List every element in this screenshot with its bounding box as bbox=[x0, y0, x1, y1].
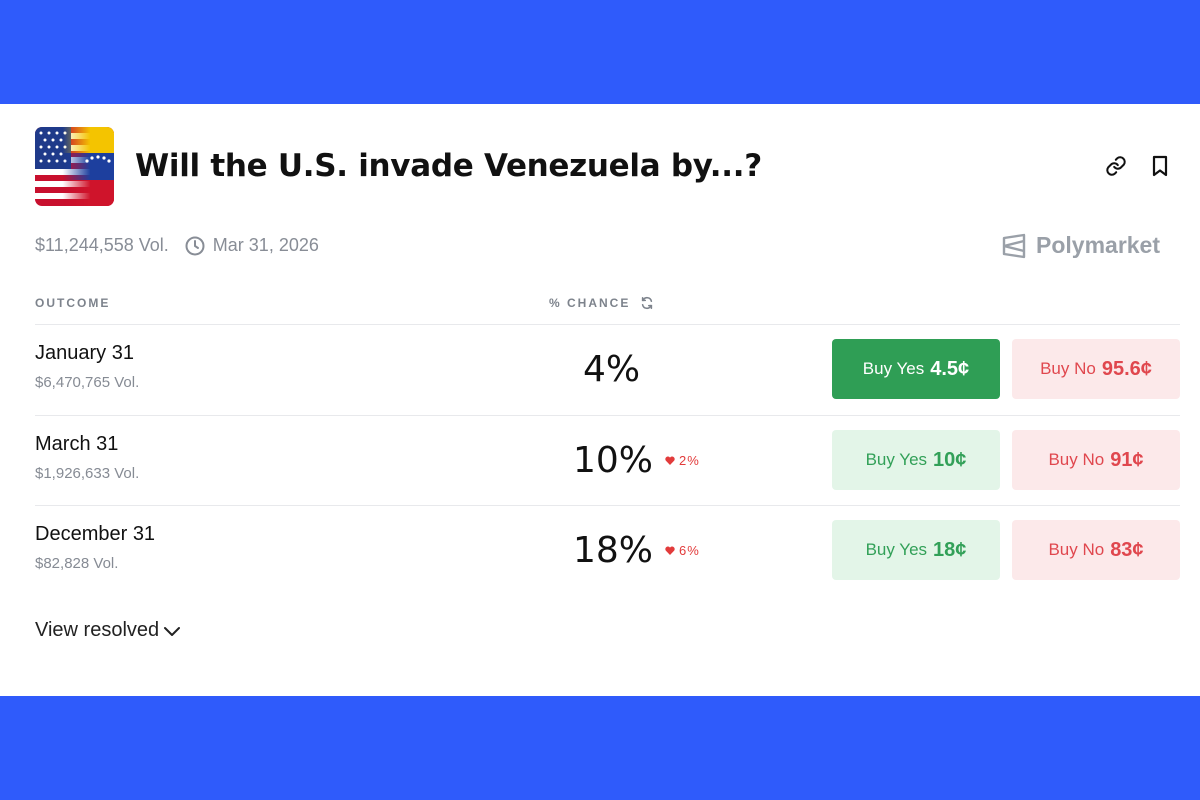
outcome-name: December 31 bbox=[35, 523, 156, 545]
outcome-chance: 4% bbox=[583, 349, 640, 390]
market-volume: $11,244,558 Vol. bbox=[35, 235, 169, 255]
buy-yes-price: 10¢ bbox=[933, 448, 967, 471]
market-title: Will the U.S. invade Venezuela by...? bbox=[135, 148, 762, 184]
heart-down-icon bbox=[665, 546, 675, 555]
outcome-column-header: OUTCOME bbox=[35, 296, 111, 310]
chance-change: 6% bbox=[665, 543, 700, 558]
buy-yes-label: Buy Yes bbox=[865, 450, 928, 469]
buy-yes-button[interactable]: Buy Yes 18¢ bbox=[832, 520, 1000, 580]
heart-down-icon bbox=[665, 456, 675, 465]
chance-column-header: % CHANCE bbox=[549, 296, 654, 310]
outcome-chance-value: 10% bbox=[573, 440, 654, 481]
outcome-volume: $1,926,633 Vol. bbox=[35, 465, 140, 482]
outcome-chance: 18% 6% bbox=[573, 530, 700, 571]
clock-icon bbox=[185, 236, 205, 256]
buy-yes-button[interactable]: Buy Yes 10¢ bbox=[832, 430, 1000, 490]
market-card: Will the U.S. invade Venezuela by...? $1… bbox=[0, 104, 1200, 696]
market-meta: $11,244,558 Vol. Mar 31, 2026 bbox=[35, 235, 319, 256]
polymarket-brand[interactable]: Polymarket bbox=[1002, 232, 1160, 259]
outcome-chance-value: 4% bbox=[583, 349, 641, 390]
buy-no-label: Buy No bbox=[1040, 359, 1096, 378]
outcome-chance: 10% 2% bbox=[573, 440, 700, 481]
chance-change: 2% bbox=[665, 453, 700, 468]
buy-no-button[interactable]: Buy No 83¢ bbox=[1012, 520, 1180, 580]
link-icon[interactable] bbox=[1103, 153, 1129, 179]
buy-no-label: Buy No bbox=[1048, 540, 1105, 559]
outcome-row-january-31: January 31 $6,470,765 Vol. 4% Buy Yes 4.… bbox=[0, 325, 1200, 415]
buy-no-price: 91¢ bbox=[1110, 448, 1144, 471]
buy-yes-label: Buy Yes bbox=[865, 540, 928, 559]
outcome-name: March 31 bbox=[35, 433, 119, 455]
polymarket-brand-name: Polymarket bbox=[1036, 232, 1161, 258]
bookmark-icon[interactable] bbox=[1147, 153, 1173, 179]
outcome-chance-value: 18% bbox=[573, 530, 654, 571]
buy-yes-price: 18¢ bbox=[933, 538, 967, 561]
view-resolved-toggle[interactable]: View resolved bbox=[35, 619, 181, 642]
chance-change-value: 2% bbox=[679, 453, 700, 468]
chevron-down-icon bbox=[163, 625, 181, 637]
buy-no-button[interactable]: Buy No 95.6¢ bbox=[1012, 339, 1180, 399]
polymarket-logo-icon bbox=[1002, 233, 1026, 259]
buy-no-label: Buy No bbox=[1048, 450, 1105, 469]
outcome-volume: $6,470,765 Vol. bbox=[35, 374, 140, 391]
buy-no-price: 83¢ bbox=[1110, 538, 1144, 561]
market-end-date: Mar 31, 2026 bbox=[212, 235, 319, 255]
buy-yes-price: 4.5¢ bbox=[930, 357, 970, 380]
buy-yes-label: Buy Yes bbox=[862, 359, 925, 378]
outcome-volume: $82,828 Vol. bbox=[35, 555, 119, 572]
chance-change-value: 6% bbox=[679, 543, 700, 558]
buy-yes-button[interactable]: Buy Yes 4.5¢ bbox=[832, 339, 1000, 399]
market-flag-image bbox=[35, 127, 114, 206]
view-resolved-label: View resolved bbox=[35, 619, 160, 641]
buy-no-price: 95.6¢ bbox=[1101, 357, 1152, 380]
outcome-name: January 31 bbox=[35, 342, 134, 364]
outcome-row-march-31: March 31 $1,926,633 Vol. 10% 2% Buy Yes … bbox=[0, 416, 1200, 506]
refresh-icon[interactable] bbox=[640, 296, 654, 310]
outcome-row-december-31: December 31 $82,828 Vol. 18% 6% Buy Yes … bbox=[0, 506, 1200, 596]
buy-no-button[interactable]: Buy No 91¢ bbox=[1012, 430, 1180, 490]
chance-column-label: % CHANCE bbox=[549, 296, 631, 310]
